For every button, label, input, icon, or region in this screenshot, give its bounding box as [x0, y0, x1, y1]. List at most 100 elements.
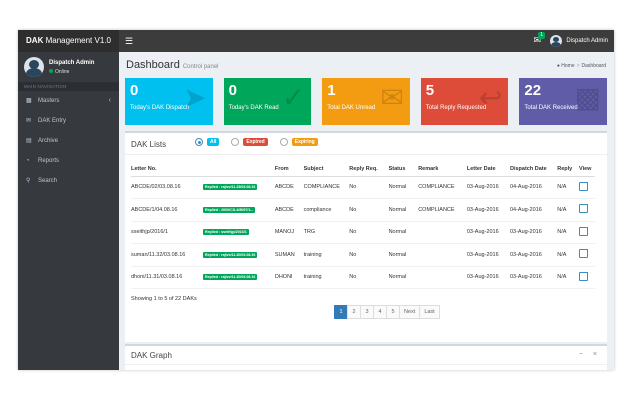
column-header: Dispatch Date	[509, 163, 558, 177]
pie-chart-icon: ◔	[26, 158, 30, 164]
external-link-icon[interactable]	[579, 181, 589, 191]
column-header: Reply	[557, 163, 580, 177]
filter-expired-radio[interactable]	[231, 138, 240, 146]
reply-cell: N/A	[557, 221, 580, 244]
page-link[interactable]: 4	[373, 305, 387, 319]
view-cell	[579, 198, 595, 222]
from-cell: MANOJ	[274, 221, 304, 244]
sidebar-item-search[interactable]: ⚲ Search	[18, 171, 119, 191]
replied-badge: Replied : rajive/11.25/03.08.16	[203, 184, 258, 191]
stat-box-received[interactable]: 22 Total DAK Received ▩	[519, 78, 607, 125]
sidebar-item-label: Search	[38, 178, 58, 184]
letter-no: ABCDE/1/04.08.16	[131, 206, 178, 213]
table-body: ABCDE/02/03.08.16 Replied : rajive/11.25/…	[131, 176, 595, 289]
sidebar-item-masters[interactable]: ▩ Masters ‹	[18, 91, 119, 111]
dispatch-date-cell: 03-Aug-2016	[509, 243, 558, 267]
filter-expiring-radio[interactable]	[279, 138, 288, 146]
dispatch-date-cell: 03-Aug-2016	[509, 266, 558, 289]
sidebar-item-reports[interactable]: ◔ Reports	[18, 151, 119, 171]
replied-badge: Replied : rajive/11.30/03.08.16	[203, 251, 258, 258]
external-link-icon[interactable]	[579, 226, 589, 236]
letter-date-cell: 03-Aug-2016	[466, 176, 510, 199]
column-header: Remark	[418, 163, 467, 177]
view-cell	[579, 266, 595, 289]
filter-expiring-label[interactable]: Expiring	[291, 138, 318, 146]
paper-plane-icon: ➤	[183, 82, 207, 113]
column-header: Reply Req.	[349, 163, 389, 177]
sidebar-item-dak-entry[interactable]: ✉ DAK Entry	[18, 111, 119, 131]
stat-box-reply-requested[interactable]: 5 Total Reply Requested ↩	[420, 78, 509, 125]
external-link-icon[interactable]	[579, 249, 589, 259]
status-cell: Normal	[388, 198, 419, 222]
filter-radios: All Expired Expiring	[195, 138, 326, 146]
table-row[interactable]: ABCDE/02/03.08.16 Replied : rajive/11.25/…	[131, 176, 595, 199]
sidebar-user-name: Dispatch Admin	[49, 59, 95, 66]
replied-badge: Replied : rajive/11.30/03.08.16	[203, 274, 258, 281]
stat-box-read[interactable]: 0 Today's DAK Read ✓	[223, 78, 312, 125]
external-link-icon[interactable]	[579, 204, 589, 214]
app-window: DAK Management V1.0 ☰ ✉ 1 Dispatch Admin …	[18, 30, 614, 370]
page-link[interactable]: 5	[386, 305, 400, 319]
letter-no: sseithjp/2016/1	[131, 229, 168, 236]
filter-all-label[interactable]: All	[207, 138, 220, 146]
letter-date-cell: 03-Aug-2016	[466, 198, 510, 222]
column-header: Letter No.	[131, 163, 275, 177]
chat-icon: ▩	[574, 82, 601, 113]
panel-tools-icon[interactable]: − ×	[579, 351, 601, 358]
page-subtitle: Control panel	[182, 64, 219, 70]
column-header: Letter Date	[466, 163, 510, 177]
page-link[interactable]: Next	[399, 305, 421, 319]
dispatch-date-cell: 03-Aug-2016	[509, 221, 558, 244]
breadcrumb-home[interactable]: Home	[561, 63, 574, 69]
subject-cell: compliance	[303, 198, 350, 222]
stat-box-unread[interactable]: 1 Total DAK Unread ✉	[322, 78, 410, 125]
page-title: Dashboard Control panel	[126, 59, 219, 71]
remark-cell	[418, 243, 467, 267]
main-content: Dashboard Control panel ● Home > Dashboard …	[119, 52, 614, 370]
page-title-text: Dashboard	[126, 59, 180, 71]
page-link[interactable]: 2	[347, 305, 361, 319]
menu-toggle-icon[interactable]: ☰	[125, 36, 133, 46]
filter-expired-label[interactable]: Expired	[243, 138, 268, 146]
filter-all-radio[interactable]	[195, 138, 203, 146]
from-cell: DHONI	[274, 266, 304, 289]
reply-req-cell: No	[349, 266, 389, 289]
dak-graph-panel: DAK Graph − ×	[125, 344, 607, 370]
status-cell: Normal	[388, 243, 419, 267]
sidebar: Dispatch Admin Online MAIN NAVIGATION ▩ M…	[18, 52, 119, 370]
home-icon: ●	[556, 63, 560, 69]
page-link[interactable]: Last	[419, 305, 440, 319]
reply-cell: N/A	[557, 243, 580, 267]
user-menu-name: Dispatch Admin	[566, 38, 608, 44]
reply-req-cell: No	[349, 198, 389, 222]
sidebar-item-label: Reports	[38, 158, 60, 164]
column-header: View	[579, 163, 595, 177]
online-status: Online	[49, 68, 94, 75]
subject-cell: training	[303, 243, 350, 267]
view-cell	[579, 176, 595, 199]
stat-box-dispatch[interactable]: 0 Today's DAK Dispatch ➤	[125, 78, 213, 125]
chevron-left-icon: ‹	[108, 97, 111, 104]
subject-cell: COMPLIANCE	[303, 176, 350, 199]
table-row[interactable]: sseithjp/2016/1 Replied : sseithjp/2016/1…	[131, 221, 595, 244]
table-row[interactable]: suman/11.32/03.08.16 Replied : rajive/11.…	[131, 243, 595, 267]
sidebar-item-archive[interactable]: ▤ Archive	[18, 131, 119, 151]
brand-bold: DAK	[26, 36, 44, 45]
brand-rest: Management V1.0	[43, 36, 111, 45]
reply-req-cell: No	[349, 176, 389, 199]
page-link[interactable]: 3	[360, 305, 374, 319]
letter-cell: ABCDE/1/04.08.16 Replied : 2000/CS-4/8097…	[131, 198, 275, 222]
stat-label: Today's DAK Read	[228, 105, 279, 111]
user-menu[interactable]: Dispatch Admin	[550, 33, 608, 49]
external-link-icon[interactable]	[579, 271, 589, 281]
table-row[interactable]: ABCDE/1/04.08.16 Replied : 2000/CS-4/8097…	[131, 198, 595, 222]
dak-lists-title: DAK Lists	[131, 140, 167, 149]
dak-lists-panel: DAK Lists All Expired Expiring Letter No…	[125, 131, 607, 342]
mail-icon[interactable]: ✉ 1	[533, 32, 545, 46]
reply-cell: N/A	[557, 198, 580, 222]
table-row[interactable]: dhoni/11.31/03.08.16 Replied : rajive/11.…	[131, 266, 595, 289]
stat-value: 22	[524, 82, 542, 99]
page-link[interactable]: 1	[334, 305, 348, 319]
app-brand[interactable]: DAK Management V1.0	[18, 30, 119, 52]
envelope-icon: ✉	[380, 82, 404, 113]
